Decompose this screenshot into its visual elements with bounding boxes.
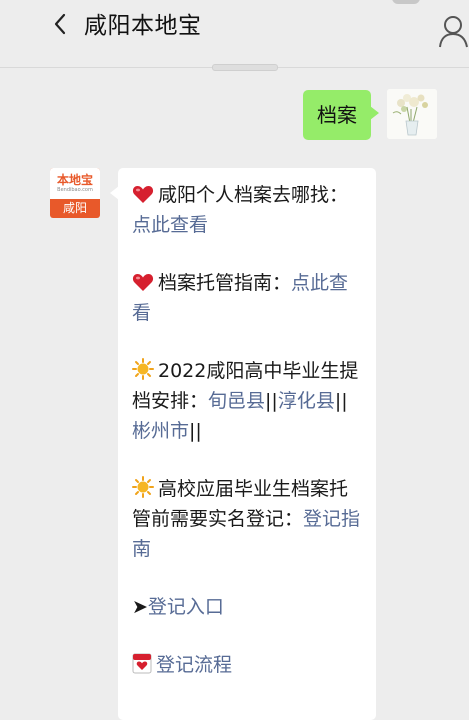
list-item: 2022咸阳高中毕业生提档安排：旬邑县||淳化县||彬州市|| bbox=[132, 356, 362, 446]
list-item: 档案托管指南：点此查看 bbox=[132, 268, 362, 328]
list-item: ➤登记入口 bbox=[132, 592, 362, 622]
county-link-binzhou[interactable]: 彬州市 bbox=[132, 420, 189, 442]
arrow-icon: ➤ bbox=[132, 596, 148, 618]
separator: || bbox=[189, 420, 202, 442]
list-item: 高校应届毕业生档案托管前需要实名登记：登记指南 bbox=[132, 474, 362, 564]
user-message-bubble[interactable]: 档案 bbox=[303, 90, 379, 140]
county-link-xunyi[interactable]: 旬邑县 bbox=[208, 390, 265, 412]
status-indicator bbox=[392, 0, 420, 4]
profile-button[interactable] bbox=[438, 14, 469, 48]
user-avatar[interactable] bbox=[387, 89, 437, 139]
bot-avatar[interactable]: 本地宝 Bendibao.com 咸阳 bbox=[50, 168, 100, 218]
sun-icon bbox=[132, 358, 154, 380]
list-item: 登记流程 bbox=[132, 650, 362, 680]
view-link[interactable]: 点此查看 bbox=[132, 214, 208, 236]
sun-icon bbox=[132, 476, 154, 498]
chat-title: 咸阳本地宝 bbox=[84, 13, 202, 39]
flower-vase-icon bbox=[387, 89, 437, 139]
calendar-icon bbox=[132, 653, 152, 674]
brand-city: 咸阳 bbox=[62, 201, 87, 215]
separator: || bbox=[334, 390, 348, 412]
back-button[interactable] bbox=[46, 10, 74, 38]
heart-icon bbox=[132, 274, 154, 291]
item-text: 咸阳个人档案去哪找： bbox=[158, 184, 349, 206]
chevron-left-icon bbox=[54, 13, 66, 35]
brand-name: 本地宝 bbox=[56, 173, 93, 187]
list-item: 咸阳个人档案去哪找： 点此查看 bbox=[132, 180, 362, 240]
chat-header: 咸阳本地宝 bbox=[0, 0, 469, 56]
bot-message-bubble: 咸阳个人档案去哪找： 点此查看 档案托管指南：点此查看 2022咸阳高中毕业生提档… bbox=[110, 168, 376, 720]
registration-process-link[interactable]: 登记流程 bbox=[156, 654, 232, 676]
item-text: 档案托管指南： bbox=[158, 272, 292, 294]
heart-icon bbox=[132, 186, 154, 203]
registration-entry-link[interactable]: 登记入口 bbox=[148, 596, 224, 618]
brand-domain: Bendibao.com bbox=[57, 187, 93, 193]
user-message-text: 档案 bbox=[317, 103, 357, 127]
pull-handle bbox=[212, 64, 278, 71]
person-icon bbox=[439, 16, 468, 48]
brand-logo: 本地宝 Bendibao.com bbox=[50, 168, 100, 199]
separator: || bbox=[265, 390, 278, 412]
county-link-chunhua[interactable]: 淳化县 bbox=[278, 390, 335, 412]
